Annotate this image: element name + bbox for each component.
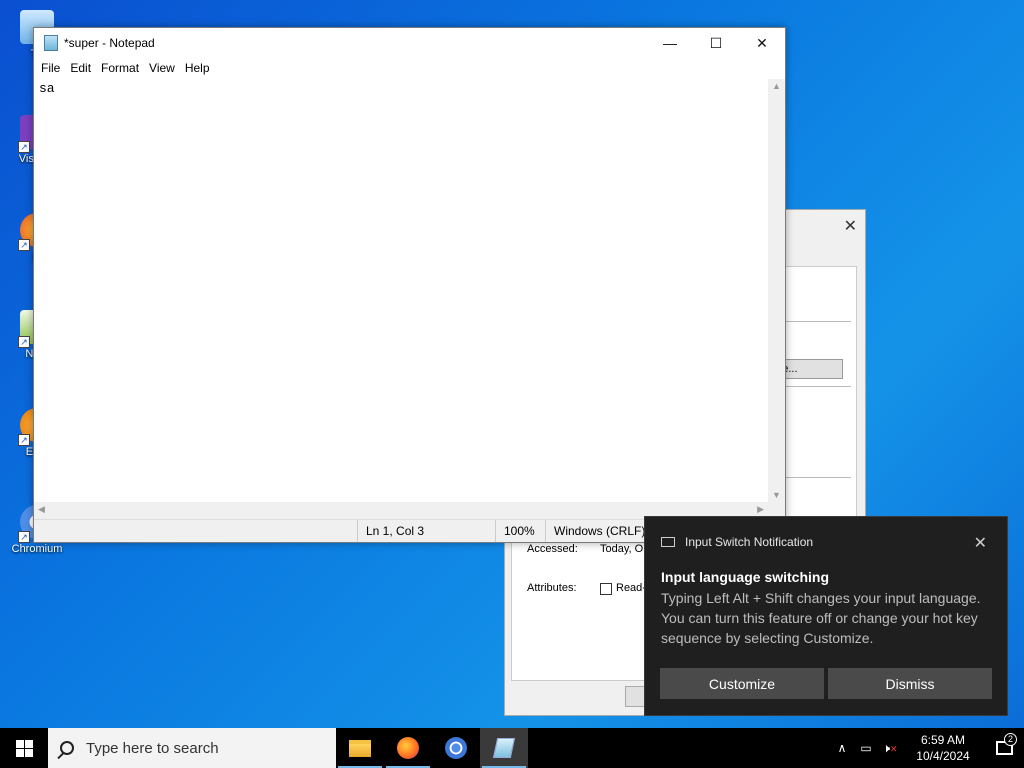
shortcut-arrow-icon: ↗ xyxy=(18,434,30,446)
zoom-level: 100% xyxy=(495,520,545,542)
toast-header: Input Switch Notification xyxy=(661,535,813,549)
shortcut-arrow-icon: ↗ xyxy=(18,531,30,543)
system-tray: ∧ ▭ 🕨✕ 6:59 AM 10/4/2024 2 xyxy=(830,728,1024,768)
firefox-icon xyxy=(397,737,419,759)
customize-button[interactable]: Customize xyxy=(660,668,824,699)
taskbar-chromium[interactable] xyxy=(432,728,480,768)
chromium-icon xyxy=(445,737,467,759)
taskbar-file-explorer[interactable] xyxy=(336,728,384,768)
menu-help[interactable]: Help xyxy=(182,61,217,75)
menu-bar: File Edit Format View Help xyxy=(34,58,785,78)
shortcut-arrow-icon: ↗ xyxy=(18,141,30,153)
close-icon[interactable]: ✕ xyxy=(974,533,987,553)
search-placeholder: Type here to search xyxy=(86,739,219,757)
toast-body: Typing Left Alt + Shift changes your inp… xyxy=(661,590,981,646)
attributes-label: Attributes: xyxy=(527,582,577,594)
dismiss-button[interactable]: Dismiss xyxy=(828,668,992,699)
accessed-label: Accessed: xyxy=(527,543,578,555)
text-editor[interactable]: sa xyxy=(34,79,768,502)
readonly-label: Read- xyxy=(616,582,646,594)
minimize-button[interactable]: — xyxy=(647,28,693,58)
windows-logo-icon xyxy=(15,739,33,757)
scroll-right-icon[interactable]: ▶ xyxy=(757,504,764,515)
input-switch-toast: Input Switch Notification ✕ Input langua… xyxy=(644,516,1008,716)
volume-muted-icon[interactable]: 🕨✕ xyxy=(878,741,902,756)
menu-edit[interactable]: Edit xyxy=(67,61,98,75)
taskbar: Type here to search ∧ ▭ 🕨✕ 6:59 AM 10/4/… xyxy=(0,728,1024,768)
taskbar-notepad[interactable] xyxy=(480,728,528,768)
readonly-checkbox[interactable] xyxy=(600,583,612,595)
menu-view[interactable]: View xyxy=(146,61,182,75)
clock-time: 6:59 AM xyxy=(920,733,966,747)
file-explorer-icon xyxy=(349,739,371,757)
shortcut-arrow-icon: ↗ xyxy=(18,239,30,251)
cursor-position: Ln 1, Col 3 xyxy=(357,520,495,542)
menu-format[interactable]: Format xyxy=(98,61,146,75)
status-spacer xyxy=(34,520,357,542)
vertical-scrollbar[interactable]: ▲ ▼ xyxy=(768,79,785,502)
accessed-value: Today, O xyxy=(600,543,644,555)
close-button[interactable]: ✕ xyxy=(739,28,785,58)
scroll-up-icon[interactable]: ▲ xyxy=(768,81,785,91)
notepad-icon xyxy=(44,35,58,51)
start-button[interactable] xyxy=(0,728,48,768)
shortcut-arrow-icon: ↗ xyxy=(18,336,30,348)
clock-date: 10/4/2024 xyxy=(916,749,970,763)
title-bar[interactable]: *super - Notepad — ☐ ✕ xyxy=(34,28,785,58)
notepad-window: *super - Notepad — ☐ ✕ File Edit Format … xyxy=(33,27,786,543)
network-icon[interactable]: ▭ xyxy=(854,741,878,755)
window-title: *super - Notepad xyxy=(64,36,155,50)
scroll-left-icon[interactable]: ◀ xyxy=(38,504,45,515)
action-center-button[interactable]: 2 xyxy=(984,733,1024,755)
toast-app-name: Input Switch Notification xyxy=(685,535,814,549)
notepad-icon xyxy=(492,738,516,758)
toast-title: Input language switching xyxy=(661,569,829,585)
menu-file[interactable]: File xyxy=(38,61,67,75)
clock[interactable]: 6:59 AM 10/4/2024 xyxy=(902,732,984,764)
desktop-icon-label: Chromium xyxy=(11,543,63,555)
maximize-button[interactable]: ☐ xyxy=(693,28,739,58)
search-box[interactable]: Type here to search xyxy=(48,728,336,768)
keyboard-icon xyxy=(661,537,675,547)
chevron-up-icon[interactable]: ∧ xyxy=(830,741,854,755)
close-icon[interactable]: ✕ xyxy=(844,216,857,236)
scroll-down-icon[interactable]: ▼ xyxy=(768,490,785,500)
notification-count-badge: 2 xyxy=(1004,733,1017,746)
taskbar-firefox[interactable] xyxy=(384,728,432,768)
search-icon xyxy=(60,741,74,755)
